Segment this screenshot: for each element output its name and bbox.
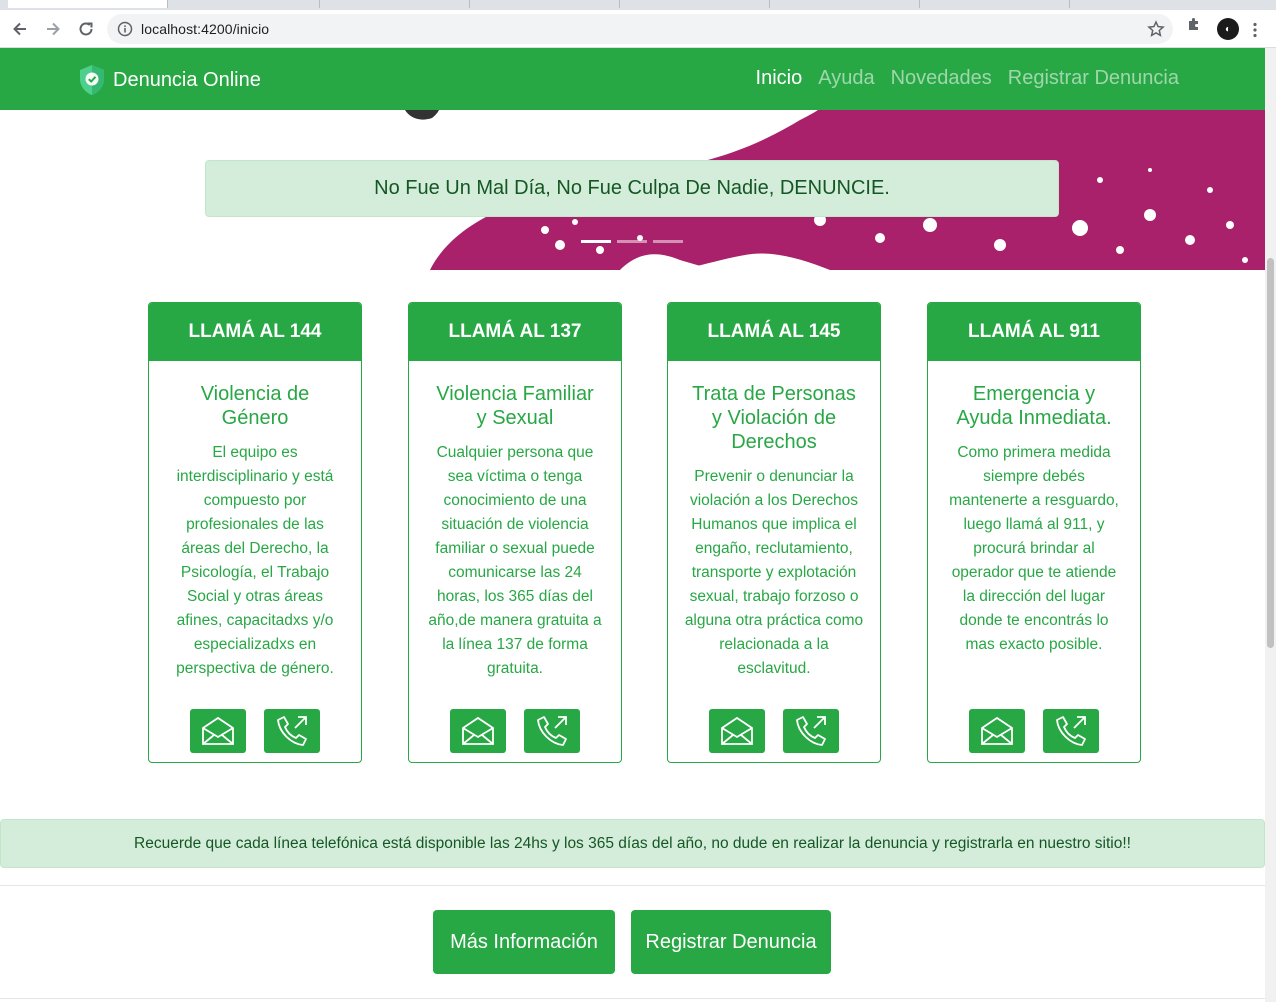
phone-outgoing-icon — [1056, 716, 1086, 746]
card-header: LLAMÁ AL 911 — [928, 303, 1140, 361]
extensions-puzzle-icon[interactable] — [1186, 16, 1202, 32]
nav-link-ayuda[interactable]: Ayuda — [818, 67, 874, 90]
hero-carousel[interactable]: No Fue Un Mal Día, No Fue Culpa De Nadie… — [0, 110, 1265, 270]
arrow-left-icon — [13, 22, 26, 36]
nav-link-inicio[interactable]: Inicio — [756, 67, 803, 90]
browser-tab[interactable] — [620, 0, 770, 8]
carousel-indicator-3[interactable] — [653, 240, 683, 243]
brand-name: Denuncia Online — [113, 68, 261, 91]
phone-outgoing-icon — [796, 716, 826, 746]
phone-outgoing-icon — [537, 716, 567, 746]
card-line-911: LLAMÁ AL 911 Emergencia y Ayuda Inmediat… — [927, 302, 1141, 763]
email-button[interactable] — [709, 709, 765, 753]
back-button[interactable] — [7, 16, 33, 42]
card-actions — [928, 709, 1140, 753]
card-title: Emergencia y Ayuda Inmediata. — [956, 383, 1112, 429]
divider — [0, 885, 1265, 886]
card-text: Prevenir o denunciar la violación a los … — [684, 468, 864, 677]
more-info-button[interactable]: Más Información — [433, 910, 615, 974]
call-button[interactable] — [1043, 709, 1099, 753]
card-actions — [409, 709, 621, 753]
address-bar[interactable]: localhost:4200/inicio — [107, 14, 1173, 44]
browser-tab[interactable] — [770, 0, 920, 8]
card-line-137: LLAMÁ AL 137 Violencia Familiar y Sexual… — [408, 302, 622, 763]
browser-tab-active[interactable] — [8, 0, 168, 8]
email-button[interactable] — [450, 709, 506, 753]
info-icon[interactable] — [117, 21, 133, 37]
envelope-icon — [981, 716, 1013, 745]
email-button[interactable] — [190, 709, 246, 753]
carousel-caption: No Fue Un Mal Día, No Fue Culpa De Nadie… — [205, 160, 1059, 217]
envelope-icon — [462, 716, 494, 745]
envelope-icon — [721, 716, 753, 745]
divider — [0, 998, 1265, 999]
call-button[interactable] — [264, 709, 320, 753]
nav-links: Inicio Ayuda Novedades Registrar Denunci… — [756, 67, 1179, 90]
forward-button[interactable] — [40, 16, 66, 42]
browser-tab-strip — [0, 0, 1276, 10]
nav-link-registrar-denuncia[interactable]: Registrar Denuncia — [1008, 67, 1179, 90]
card-actions — [149, 709, 361, 753]
availability-notice: Recuerde que cada línea telefónica está … — [0, 819, 1265, 868]
reload-icon — [79, 22, 93, 36]
browser-tab[interactable] — [470, 0, 620, 8]
card-line-145: LLAMÁ AL 145 Trata de Personas y Violaci… — [667, 302, 881, 763]
card-title: Violencia Familiar y Sexual — [436, 383, 594, 429]
carousel-indicator-1[interactable] — [581, 240, 611, 243]
browser-menu-icon[interactable] — [1252, 22, 1258, 38]
shield-check-icon — [80, 65, 104, 95]
bookmark-star-icon[interactable] — [1147, 20, 1165, 38]
card-text: Cualquier persona que sea víctima o teng… — [428, 444, 602, 677]
card-line-144: LLAMÁ AL 144 Violencia de Género El equi… — [148, 302, 362, 763]
arrow-right-icon — [47, 22, 60, 36]
email-button[interactable] — [969, 709, 1025, 753]
card-title: Violencia de Género — [200, 383, 310, 429]
card-actions — [668, 709, 880, 753]
card-header: LLAMÁ AL 137 — [409, 303, 621, 361]
page-scrollbar[interactable] — [1265, 48, 1276, 1002]
envelope-icon — [202, 716, 234, 745]
browser-tab[interactable] — [170, 0, 320, 8]
scrollbar-thumb[interactable] — [1267, 258, 1274, 648]
card-title: Trata de Personas y Violación de Derecho… — [692, 383, 856, 453]
carousel-indicator-2[interactable] — [617, 240, 647, 243]
browser-tab[interactable] — [320, 0, 470, 8]
url-text[interactable]: localhost:4200/inicio — [141, 21, 269, 37]
phone-outgoing-icon — [277, 716, 307, 746]
nav-link-novedades[interactable]: Novedades — [891, 67, 992, 90]
browser-toolbar: localhost:4200/inicio ◐ — [0, 10, 1276, 48]
reload-button[interactable] — [73, 16, 99, 42]
register-complaint-button[interactable]: Registrar Denuncia — [631, 910, 831, 974]
card-text: Como primera medida siempre debés manten… — [949, 444, 1119, 653]
carousel-indicators — [581, 240, 683, 243]
call-button[interactable] — [783, 709, 839, 753]
card-text: El equipo es interdisciplinario y está c… — [176, 444, 334, 677]
browser-tab[interactable] — [920, 0, 1070, 8]
card-header: LLAMÁ AL 145 — [668, 303, 880, 361]
brand-link[interactable]: Denuncia Online — [78, 64, 261, 96]
call-button[interactable] — [524, 709, 580, 753]
card-header: LLAMÁ AL 144 — [149, 303, 361, 361]
profile-avatar[interactable]: ◐ — [1217, 18, 1239, 40]
site-navbar: Denuncia Online Inicio Ayuda Novedades R… — [0, 48, 1265, 110]
